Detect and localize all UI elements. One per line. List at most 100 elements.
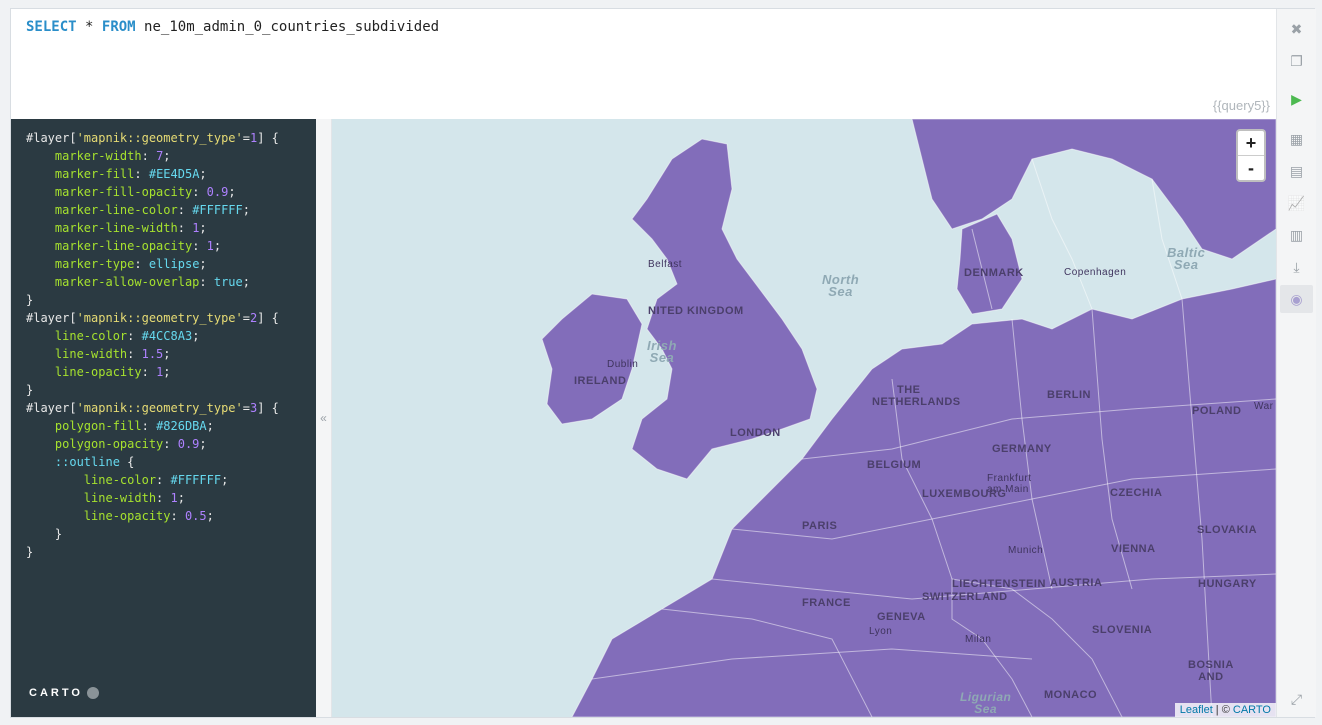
- cartocss-token: }: [26, 527, 63, 541]
- card-icon: ▤: [1289, 162, 1304, 179]
- cartocss-token: :: [199, 275, 214, 289]
- cartocss-token: :: [127, 329, 142, 343]
- map-label-lyon: Lyon: [869, 626, 893, 637]
- cartocss-line: #layer['mapnik::geometry_type'=2] {: [11, 309, 316, 327]
- map-label-netherlands: NETHERLANDS: [872, 396, 961, 408]
- map-label-austria: AUSTRIA: [1050, 577, 1103, 589]
- map-label-the: THE: [897, 384, 921, 396]
- cartocss-token: ;: [192, 329, 200, 343]
- cartocss-token: ;: [199, 221, 207, 235]
- cartocss-token: #EE4D5A: [148, 167, 200, 181]
- cartocss-token: ellipse: [148, 257, 200, 271]
- expand-button[interactable]: ⤢: [1280, 685, 1313, 713]
- bar-chart-button[interactable]: ▥: [1280, 221, 1313, 249]
- map-label-france: FRANCE: [802, 597, 851, 609]
- carto-logo-dot-icon: [86, 687, 99, 699]
- cartocss-token: :: [141, 149, 157, 163]
- map-label-czechia: CZECHIA: [1110, 487, 1163, 499]
- cartocss-token: 'mapnik::geometry_type': [76, 131, 243, 145]
- cartocss-line: marker-line-opacity: 1;: [11, 237, 316, 255]
- sql-star: *: [85, 19, 94, 35]
- cartocss-token: ;: [206, 419, 214, 433]
- cartocss-token: [26, 185, 55, 199]
- table-view-button[interactable]: ▦: [1280, 125, 1313, 153]
- map-label-hungary: HUNGARY: [1198, 578, 1257, 590]
- cartocss-token: line-opacity: [54, 365, 142, 379]
- sql-query[interactable]: SELECT * FROM ne_10m_admin_0_countries_s…: [26, 19, 439, 35]
- close-icon: ✖: [1290, 20, 1303, 37]
- map-label-copenhagen: Copenhagen: [1064, 267, 1127, 278]
- map-label-switzerland: SWITZERLAND: [922, 591, 1008, 603]
- cartocss-token: :: [156, 473, 171, 487]
- zoom-out-button[interactable]: -: [1238, 155, 1264, 180]
- cartocss-token: [26, 473, 84, 487]
- sql-keyword-from: FROM: [101, 19, 136, 35]
- cartocss-line: line-color: #4CC8A3;: [11, 327, 316, 345]
- cartocss-token: marker-type: [54, 257, 135, 271]
- side-toolbar: ✖ ❐ ▶ ▦ ▤ 📈 ▥ ⤓ ◉ ⤢: [1276, 9, 1316, 717]
- cartocss-line: line-opacity: 0.5;: [11, 507, 316, 525]
- cartocss-token: ;: [213, 239, 222, 253]
- map-label-dublin: Dublin: [607, 359, 639, 370]
- map-label-slovakia: SLOVAKIA: [1197, 524, 1258, 536]
- cartocss-line: polygon-fill: #826DBA;: [11, 417, 316, 435]
- sql-table-name: ne_10m_admin_0_countries_subdivided: [144, 19, 440, 35]
- card-view-button[interactable]: ▤: [1280, 157, 1313, 185]
- carto-link[interactable]: CARTO: [1233, 704, 1271, 716]
- run-button[interactable]: ▶: [1280, 85, 1313, 113]
- cartocss-token: marker-width: [54, 149, 142, 163]
- cartocss-line: polygon-opacity: 0.9;: [11, 435, 316, 453]
- cartocss-token: marker-fill: [54, 167, 135, 181]
- download-icon: ⤓: [1293, 258, 1300, 275]
- leaflet-link[interactable]: Leaflet: [1180, 704, 1213, 716]
- copy-button[interactable]: ❐: [1280, 47, 1313, 75]
- cartocss-token: line-color: [54, 329, 128, 343]
- cartocss-token: ;: [242, 203, 250, 217]
- collapse-icon: «: [320, 411, 327, 425]
- cartocss-token: marker-line-color: [54, 203, 178, 217]
- cartocss-token: ;: [206, 509, 214, 523]
- map-label-belgium: BELGIUM: [867, 459, 922, 471]
- cartocss-token: ;: [242, 275, 250, 289]
- table-icon: ▦: [1289, 130, 1304, 147]
- map-view[interactable]: NITED KINGDOM North Sea Irish Sea Baltic Se…: [332, 119, 1276, 717]
- close-button[interactable]: ✖: [1280, 15, 1313, 43]
- map-view-button[interactable]: ◉: [1280, 285, 1313, 313]
- cartocss-token: 0.9: [177, 437, 200, 451]
- cartocss-token: marker-fill-opacity: [54, 185, 193, 199]
- cartocss-token: :: [134, 257, 149, 271]
- zoom-in-button[interactable]: +: [1238, 131, 1264, 155]
- cartocss-token: [26, 455, 55, 469]
- sql-editor[interactable]: SELECT * FROM ne_10m_admin_0_countries_s…: [11, 9, 1276, 120]
- cartocss-token: 0.5: [184, 509, 207, 523]
- cartocss-line: }: [11, 525, 316, 543]
- cartocss-token: 1: [206, 239, 214, 253]
- cartocss-token: [26, 149, 55, 163]
- cartocss-line: marker-width: 7;: [11, 147, 316, 165]
- cartocss-token: 1.5: [141, 347, 164, 361]
- zoom-control: + -: [1236, 129, 1266, 182]
- cartocss-token: :: [156, 491, 171, 505]
- bar-chart-icon: ▥: [1289, 226, 1304, 243]
- cartocss-token: }: [26, 383, 34, 397]
- collapse-editor-button[interactable]: «: [316, 119, 332, 717]
- cartocss-token: #layer[: [26, 401, 77, 415]
- download-button[interactable]: ⤓: [1280, 253, 1313, 281]
- cartocss-line: marker-type: ellipse;: [11, 255, 316, 273]
- cartocss-token: ;: [177, 491, 185, 505]
- map-label-monaco: MONACO: [1044, 689, 1098, 701]
- map-label-denmark: DENMARK: [964, 267, 1024, 279]
- cartocss-editor[interactable]: #layer['mapnik::geometry_type'=1] { mark…: [11, 119, 316, 717]
- query-tag: {{query5}}: [1212, 98, 1270, 113]
- cartocss-token: #FFFFFF: [170, 473, 222, 487]
- cartocss-token: marker-line-opacity: [54, 239, 193, 253]
- line-chart-icon: 📈: [1287, 194, 1306, 211]
- cartocss-token: 'mapnik::geometry_type': [76, 311, 243, 325]
- cartocss-token: :: [177, 203, 193, 217]
- cartocss-token: ;: [199, 167, 207, 181]
- cartocss-token: line-opacity: [83, 509, 171, 523]
- map-label-united-kingdom: NITED KINGDOM: [648, 305, 744, 317]
- line-chart-button[interactable]: 📈: [1280, 189, 1313, 217]
- cartocss-token: =: [242, 401, 250, 415]
- expand-icon: ⤢: [1290, 690, 1303, 707]
